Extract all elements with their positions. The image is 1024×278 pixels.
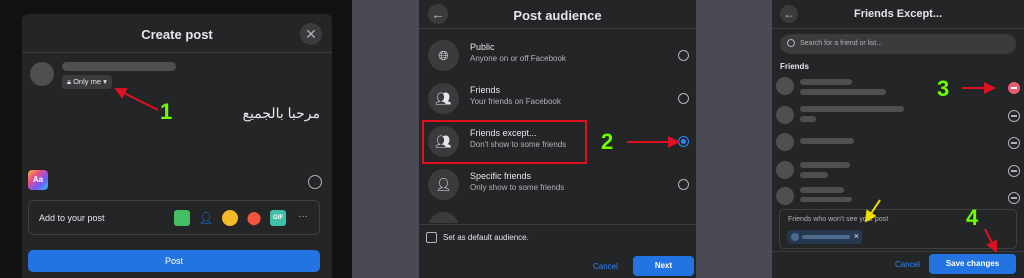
save-changes-button[interactable]: Save changes [929, 254, 1016, 274]
option-desc: Only show to some friends [470, 183, 565, 192]
photo-icon[interactable] [174, 210, 190, 226]
friend-name [800, 187, 844, 193]
step-3-label: 3 [937, 76, 950, 101]
chip-name [802, 235, 850, 239]
lock-icon: 🔒︎ [67, 77, 71, 86]
audience-option-specific-friends[interactable]: 👤︎ Specific friends Only show to some fr… [419, 164, 696, 206]
remove-friend-button[interactable] [1008, 192, 1020, 204]
remove-friend-button[interactable] [1008, 137, 1020, 149]
friend-sub [800, 197, 852, 202]
avatar [776, 133, 794, 151]
post-button[interactable]: Post [28, 250, 320, 272]
create-post-panel: Create post ✕ 🔒︎ Only me ▾ مرحبا بالجميع… [0, 0, 352, 278]
search-icon [787, 39, 795, 47]
excluded-box-label: Friends who won't see your post [788, 216, 889, 223]
chip-avatar [791, 233, 799, 241]
search-placeholder: Search for a friend or list... [800, 40, 883, 47]
radio-specific-friends[interactable] [678, 179, 689, 190]
privacy-label: Only me [73, 77, 102, 86]
option-desc: Anyone on or off Facebook [470, 54, 566, 63]
friend-name [800, 138, 854, 144]
remove-friend-button[interactable] [1008, 165, 1020, 177]
friends-except-icon: 👥︎ [428, 126, 459, 157]
header-divider [419, 28, 696, 29]
more-options-icon [428, 212, 459, 223]
friend-name [800, 79, 852, 85]
radio-friends-except[interactable] [678, 136, 689, 147]
default-audience-label: Set as default audience. [443, 233, 529, 242]
friend-search-input[interactable]: Search for a friend or list... [780, 34, 1016, 54]
feeling-icon[interactable] [222, 210, 238, 226]
default-audience-checkbox[interactable] [426, 232, 437, 243]
post-text-input[interactable]: مرحبا بالجميع [243, 105, 321, 122]
add-to-post-box: Add to your post 👤︎ ⬤ GIF ··· [28, 200, 320, 235]
create-post-dialog: Create post ✕ 🔒︎ Only me ▾ مرحبا بالجميع… [22, 14, 332, 278]
friend-sub [800, 89, 886, 95]
post-audience-panel: ← Post audience 🌐︎ Public Anyone on or o… [419, 0, 696, 278]
avatar [776, 187, 794, 205]
remove-chip-icon[interactable]: × [854, 231, 859, 241]
privacy-selector[interactable]: 🔒︎ Only me ▾ [62, 75, 112, 89]
excluded-friend-chip[interactable]: × [787, 230, 862, 244]
friend-name [800, 162, 850, 168]
dialog-title: Friends Except... [853, 8, 943, 20]
step-2-label: 2 [601, 129, 614, 154]
add-to-post-label: Add to your post [39, 213, 105, 223]
option-title: Public [470, 42, 495, 52]
footer-divider [419, 224, 696, 225]
gif-icon[interactable]: GIF [270, 210, 286, 226]
friends-section-label: Friends [780, 62, 809, 71]
step-1-label: 1 [160, 99, 173, 124]
avatar [776, 77, 794, 95]
option-title: Friends [470, 85, 501, 95]
audience-option-friends-except[interactable]: 👥︎ Friends except... Don't show to some … [419, 121, 696, 163]
radio-public[interactable] [678, 50, 689, 61]
aa-label: Aa [32, 175, 44, 184]
background-picker-button[interactable]: Aa [28, 170, 48, 190]
tag-people-icon[interactable]: 👤︎ [198, 210, 214, 226]
close-button[interactable]: ✕ [300, 23, 322, 45]
avatar [776, 161, 794, 179]
friends-except-panel: ← Friends Except... Search for a friend … [772, 0, 1024, 278]
specific-friends-icon: 👤︎ [428, 169, 459, 200]
avatar [776, 106, 794, 124]
friends-icon: 👥︎ [428, 83, 459, 114]
close-icon: ✕ [305, 26, 317, 42]
cancel-button[interactable]: Cancel [895, 260, 920, 269]
audience-option-friends[interactable]: 👥︎ Friends Your friends on Facebook [419, 78, 696, 120]
remove-friend-button[interactable] [1008, 82, 1020, 94]
check-in-icon[interactable]: ⬤ [246, 210, 262, 226]
next-button[interactable]: Next [633, 256, 694, 276]
friend-sub [800, 116, 816, 122]
footer-divider [772, 251, 1024, 252]
option-title: Friends except... [470, 128, 537, 138]
caret-down-icon: ▾ [103, 77, 107, 86]
emoji-icon[interactable] [308, 175, 322, 189]
audience-option-partial[interactable] [419, 207, 696, 223]
step-4-label: 4 [966, 205, 979, 230]
audience-option-public[interactable]: 🌐︎ Public Anyone on or off Facebook [419, 35, 696, 77]
excluded-friends-box[interactable]: Friends who won't see your post × [779, 209, 1017, 249]
remove-friend-button[interactable] [1008, 110, 1020, 122]
avatar [30, 62, 54, 86]
friend-name [800, 106, 904, 112]
option-title: Specific friends [470, 171, 532, 181]
cancel-button[interactable]: Cancel [593, 262, 618, 271]
user-name [62, 62, 176, 71]
header-divider [22, 52, 332, 53]
header-divider [772, 28, 1024, 29]
dialog-title: Post audience [513, 8, 602, 23]
globe-icon: 🌐︎ [428, 40, 459, 71]
more-icon[interactable]: ··· [295, 210, 311, 226]
dialog-title: Create post [141, 27, 213, 42]
friend-sub [800, 172, 828, 178]
option-desc: Your friends on Facebook [470, 97, 561, 106]
option-desc: Don't show to some friends [470, 140, 567, 149]
radio-friends[interactable] [678, 93, 689, 104]
